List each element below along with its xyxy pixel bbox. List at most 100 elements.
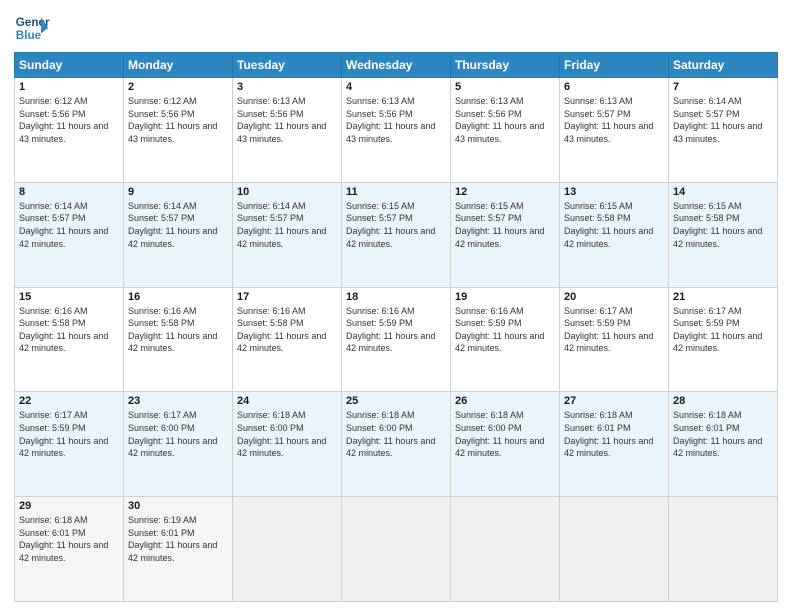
day-number: 2	[128, 81, 228, 93]
day-info: Sunrise: 6:13 AMSunset: 5:57 PMDaylight:…	[564, 96, 653, 144]
day-number: 9	[128, 186, 228, 198]
day-number: 14	[673, 186, 773, 198]
day-info: Sunrise: 6:17 AMSunset: 5:59 PMDaylight:…	[673, 306, 762, 354]
day-number: 21	[673, 291, 773, 303]
day-number: 25	[346, 395, 446, 407]
day-info: Sunrise: 6:15 AMSunset: 5:57 PMDaylight:…	[346, 201, 435, 249]
calendar-cell: 25 Sunrise: 6:18 AMSunset: 6:00 PMDaylig…	[342, 392, 451, 497]
col-header-thursday: Thursday	[451, 53, 560, 78]
day-info: Sunrise: 6:17 AMSunset: 5:59 PMDaylight:…	[564, 306, 653, 354]
day-info: Sunrise: 6:12 AMSunset: 5:56 PMDaylight:…	[128, 96, 217, 144]
calendar-cell: 15 Sunrise: 6:16 AMSunset: 5:58 PMDaylig…	[15, 287, 124, 392]
day-info: Sunrise: 6:17 AMSunset: 5:59 PMDaylight:…	[19, 410, 108, 458]
calendar-cell: 4 Sunrise: 6:13 AMSunset: 5:56 PMDayligh…	[342, 78, 451, 183]
day-info: Sunrise: 6:16 AMSunset: 5:58 PMDaylight:…	[128, 306, 217, 354]
calendar-cell: 3 Sunrise: 6:13 AMSunset: 5:56 PMDayligh…	[233, 78, 342, 183]
day-info: Sunrise: 6:18 AMSunset: 6:01 PMDaylight:…	[19, 515, 108, 563]
day-number: 22	[19, 395, 119, 407]
header: General Blue	[14, 10, 778, 46]
calendar-cell: 18 Sunrise: 6:16 AMSunset: 5:59 PMDaylig…	[342, 287, 451, 392]
calendar-cell: 17 Sunrise: 6:16 AMSunset: 5:58 PMDaylig…	[233, 287, 342, 392]
calendar-cell: 14 Sunrise: 6:15 AMSunset: 5:58 PMDaylig…	[669, 182, 778, 287]
calendar-cell: 29 Sunrise: 6:18 AMSunset: 6:01 PMDaylig…	[15, 497, 124, 602]
calendar-cell: 24 Sunrise: 6:18 AMSunset: 6:00 PMDaylig…	[233, 392, 342, 497]
day-number: 26	[455, 395, 555, 407]
day-number: 15	[19, 291, 119, 303]
day-number: 8	[19, 186, 119, 198]
calendar-cell	[669, 497, 778, 602]
calendar-table: SundayMondayTuesdayWednesdayThursdayFrid…	[14, 52, 778, 602]
day-number: 1	[19, 81, 119, 93]
day-number: 6	[564, 81, 664, 93]
calendar-cell: 28 Sunrise: 6:18 AMSunset: 6:01 PMDaylig…	[669, 392, 778, 497]
col-header-saturday: Saturday	[669, 53, 778, 78]
col-header-tuesday: Tuesday	[233, 53, 342, 78]
day-info: Sunrise: 6:14 AMSunset: 5:57 PMDaylight:…	[19, 201, 108, 249]
day-info: Sunrise: 6:17 AMSunset: 6:00 PMDaylight:…	[128, 410, 217, 458]
day-number: 10	[237, 186, 337, 198]
day-number: 17	[237, 291, 337, 303]
day-number: 27	[564, 395, 664, 407]
calendar-cell	[560, 497, 669, 602]
day-number: 29	[19, 500, 119, 512]
day-number: 30	[128, 500, 228, 512]
day-info: Sunrise: 6:13 AMSunset: 5:56 PMDaylight:…	[346, 96, 435, 144]
day-info: Sunrise: 6:18 AMSunset: 6:00 PMDaylight:…	[237, 410, 326, 458]
day-number: 16	[128, 291, 228, 303]
day-number: 19	[455, 291, 555, 303]
day-info: Sunrise: 6:14 AMSunset: 5:57 PMDaylight:…	[673, 96, 762, 144]
calendar-cell: 27 Sunrise: 6:18 AMSunset: 6:01 PMDaylig…	[560, 392, 669, 497]
day-number: 5	[455, 81, 555, 93]
calendar-cell: 10 Sunrise: 6:14 AMSunset: 5:57 PMDaylig…	[233, 182, 342, 287]
day-info: Sunrise: 6:16 AMSunset: 5:58 PMDaylight:…	[237, 306, 326, 354]
calendar-cell	[233, 497, 342, 602]
calendar-cell: 13 Sunrise: 6:15 AMSunset: 5:58 PMDaylig…	[560, 182, 669, 287]
day-number: 23	[128, 395, 228, 407]
day-number: 11	[346, 186, 446, 198]
calendar-cell: 11 Sunrise: 6:15 AMSunset: 5:57 PMDaylig…	[342, 182, 451, 287]
calendar-cell: 22 Sunrise: 6:17 AMSunset: 5:59 PMDaylig…	[15, 392, 124, 497]
calendar-cell: 1 Sunrise: 6:12 AMSunset: 5:56 PMDayligh…	[15, 78, 124, 183]
calendar-cell: 30 Sunrise: 6:19 AMSunset: 6:01 PMDaylig…	[124, 497, 233, 602]
calendar-cell: 6 Sunrise: 6:13 AMSunset: 5:57 PMDayligh…	[560, 78, 669, 183]
day-info: Sunrise: 6:16 AMSunset: 5:59 PMDaylight:…	[346, 306, 435, 354]
calendar-cell: 12 Sunrise: 6:15 AMSunset: 5:57 PMDaylig…	[451, 182, 560, 287]
calendar-cell: 8 Sunrise: 6:14 AMSunset: 5:57 PMDayligh…	[15, 182, 124, 287]
calendar-cell: 9 Sunrise: 6:14 AMSunset: 5:57 PMDayligh…	[124, 182, 233, 287]
svg-text:Blue: Blue	[16, 29, 42, 42]
day-info: Sunrise: 6:19 AMSunset: 6:01 PMDaylight:…	[128, 515, 217, 563]
calendar-cell: 21 Sunrise: 6:17 AMSunset: 5:59 PMDaylig…	[669, 287, 778, 392]
day-info: Sunrise: 6:16 AMSunset: 5:59 PMDaylight:…	[455, 306, 544, 354]
calendar-cell: 7 Sunrise: 6:14 AMSunset: 5:57 PMDayligh…	[669, 78, 778, 183]
day-info: Sunrise: 6:18 AMSunset: 6:01 PMDaylight:…	[564, 410, 653, 458]
day-info: Sunrise: 6:18 AMSunset: 6:00 PMDaylight:…	[455, 410, 544, 458]
col-header-friday: Friday	[560, 53, 669, 78]
day-info: Sunrise: 6:18 AMSunset: 6:00 PMDaylight:…	[346, 410, 435, 458]
calendar-cell	[342, 497, 451, 602]
calendar-cell: 5 Sunrise: 6:13 AMSunset: 5:56 PMDayligh…	[451, 78, 560, 183]
day-info: Sunrise: 6:14 AMSunset: 5:57 PMDaylight:…	[128, 201, 217, 249]
calendar-cell: 19 Sunrise: 6:16 AMSunset: 5:59 PMDaylig…	[451, 287, 560, 392]
day-info: Sunrise: 6:13 AMSunset: 5:56 PMDaylight:…	[237, 96, 326, 144]
day-number: 3	[237, 81, 337, 93]
calendar-cell	[451, 497, 560, 602]
calendar-cell: 20 Sunrise: 6:17 AMSunset: 5:59 PMDaylig…	[560, 287, 669, 392]
calendar-cell: 2 Sunrise: 6:12 AMSunset: 5:56 PMDayligh…	[124, 78, 233, 183]
logo-icon: General Blue	[14, 10, 50, 46]
col-header-sunday: Sunday	[15, 53, 124, 78]
day-number: 28	[673, 395, 773, 407]
day-info: Sunrise: 6:18 AMSunset: 6:01 PMDaylight:…	[673, 410, 762, 458]
col-header-monday: Monday	[124, 53, 233, 78]
day-info: Sunrise: 6:15 AMSunset: 5:58 PMDaylight:…	[564, 201, 653, 249]
calendar-cell: 26 Sunrise: 6:18 AMSunset: 6:00 PMDaylig…	[451, 392, 560, 497]
day-info: Sunrise: 6:16 AMSunset: 5:58 PMDaylight:…	[19, 306, 108, 354]
day-info: Sunrise: 6:13 AMSunset: 5:56 PMDaylight:…	[455, 96, 544, 144]
day-number: 13	[564, 186, 664, 198]
day-info: Sunrise: 6:15 AMSunset: 5:58 PMDaylight:…	[673, 201, 762, 249]
day-number: 12	[455, 186, 555, 198]
col-header-wednesday: Wednesday	[342, 53, 451, 78]
day-number: 18	[346, 291, 446, 303]
logo: General Blue	[14, 10, 50, 46]
day-info: Sunrise: 6:12 AMSunset: 5:56 PMDaylight:…	[19, 96, 108, 144]
day-number: 7	[673, 81, 773, 93]
